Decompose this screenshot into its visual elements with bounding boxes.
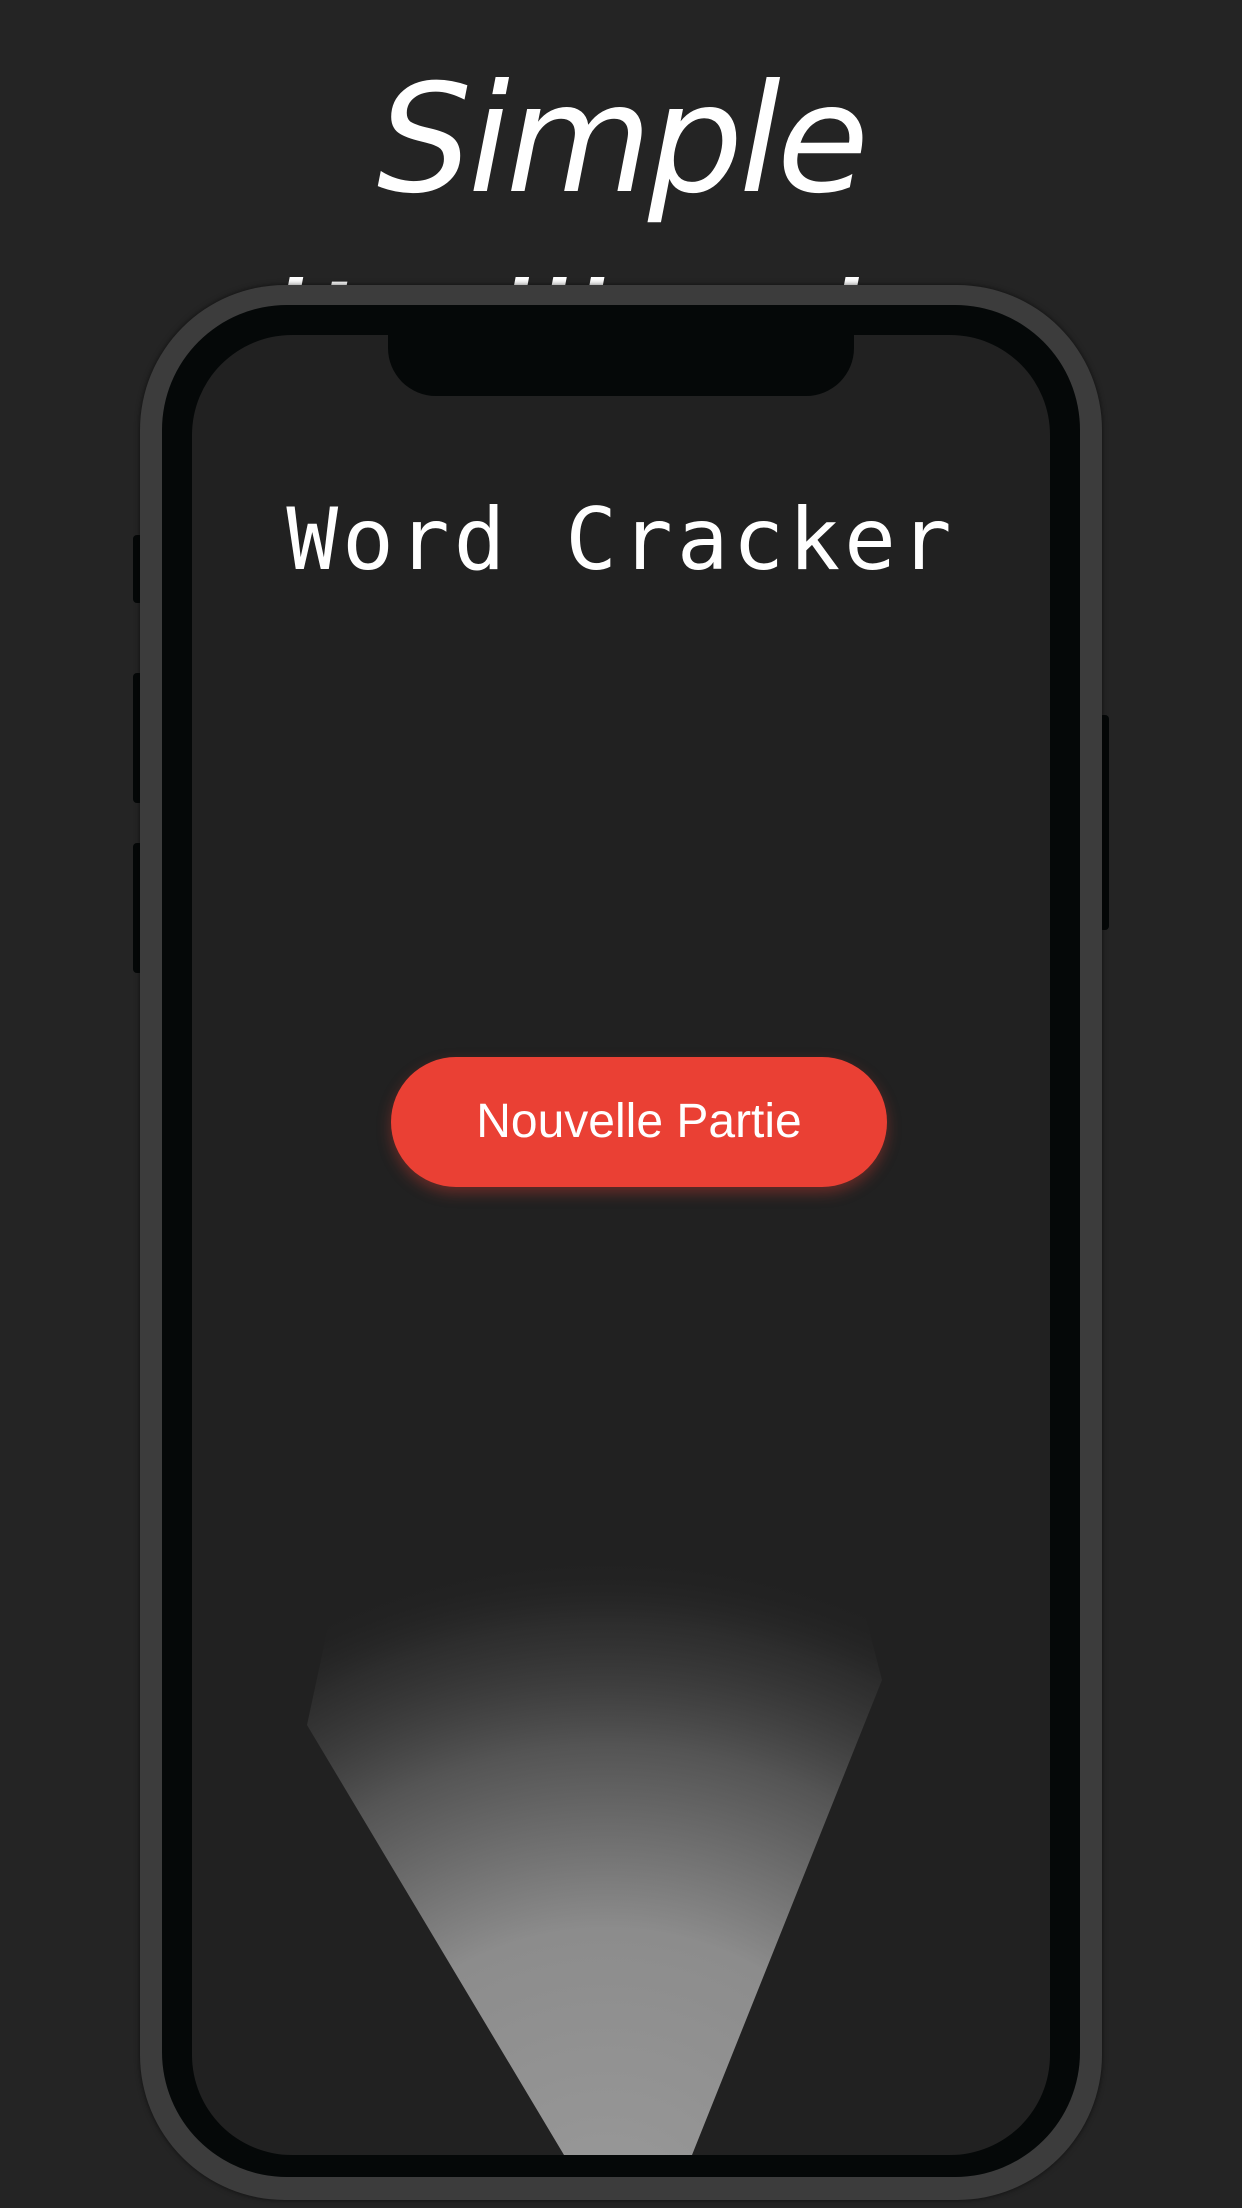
flashlight-beam-icon — [307, 1485, 882, 2155]
phone-notch — [388, 330, 854, 396]
new-game-button[interactable]: Nouvelle Partie — [391, 1057, 887, 1187]
phone-screen: Word Cracker Nouvelle Partie — [192, 335, 1050, 2155]
app-title: Word Cracker — [286, 490, 956, 590]
